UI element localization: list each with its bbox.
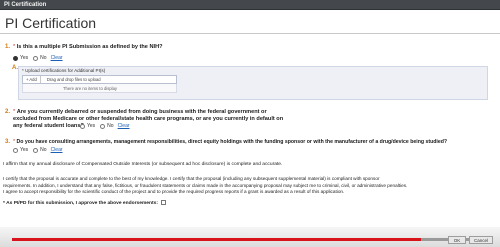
question-3-yes-radio[interactable] (13, 147, 18, 153)
question-2-yes-label: Yes (87, 123, 96, 129)
endorsement-checkbox[interactable] (161, 200, 167, 206)
question-3-no-radio[interactable] (33, 147, 39, 153)
question-3-yes-label: Yes (20, 147, 29, 153)
question-1-yes-radio[interactable] (13, 55, 18, 61)
question-2-no-radio[interactable] (100, 123, 106, 129)
question-1-yes-label: Yes (20, 55, 29, 61)
page-title: PI Certification (5, 15, 97, 31)
question-3: * Do you have consulting arrangements, m… (13, 139, 498, 146)
question-1-no-label: No (40, 55, 47, 61)
required-marker: * (13, 109, 16, 115)
question-1-number: 1. (5, 44, 11, 50)
question-1-answers: Yes No Clear (13, 55, 63, 61)
window-title: PI Certification (4, 2, 47, 8)
question-2-clear-link[interactable]: Clear (118, 123, 130, 129)
upload-dropzone[interactable]: + Add Drag and drop files to upload (22, 75, 177, 84)
question-1-no-radio[interactable] (33, 55, 39, 61)
question-2-answers: Yes No Clear (80, 123, 130, 129)
question-2-text-line-1: Are you currently debarred or suspended … (16, 109, 267, 115)
video-progress-track[interactable] (12, 238, 488, 241)
certification-line-3: I agree to accept responsibility for the… (3, 189, 345, 195)
question-3-clear-link[interactable]: Clear (51, 147, 63, 153)
cancel-button[interactable]: Cancel (469, 236, 493, 244)
question-1-clear-link[interactable]: Clear (51, 55, 63, 61)
question-3-number: 3. (5, 139, 11, 145)
question-2-number: 2. (5, 109, 11, 115)
question-2-no-label: No (107, 123, 114, 129)
upload-empty-message: There are no items to display (22, 84, 177, 93)
question-2-text-line-3: any federal student loans? (13, 123, 84, 129)
window-titlebar: PI Certification (0, 0, 500, 10)
question-1: * Is this a multiple PI Submission as de… (13, 44, 163, 51)
title-divider (0, 33, 500, 34)
question-2-text-line-2: excluded from Medicare or other federal/… (13, 116, 284, 122)
drop-hint: Drag and drop files to upload (46, 77, 101, 82)
question-2-yes-radio[interactable] (80, 123, 85, 129)
endorsement-label: * As PI/PD for this submission, I approv… (3, 201, 158, 206)
question-1-text: Is this a multiple PI Submission as defi… (16, 44, 163, 50)
question-3-answers: Yes No Clear (13, 147, 63, 153)
required-marker: * (13, 44, 16, 50)
required-marker: * (13, 139, 16, 145)
certification-line-2: requirements. In addition, I understand … (3, 182, 408, 188)
ok-button[interactable]: OK (448, 236, 466, 244)
question-3-text: Do you have consulting arrangements, man… (16, 139, 448, 145)
certification-paragraph: I certify that the proposal is accurate … (3, 176, 493, 196)
video-progress-fill (12, 238, 422, 241)
certification-line-1: I certify that the proposal is accurate … (3, 176, 380, 181)
disclosure-statement: I affirm that my annual disclosure of Co… (3, 162, 283, 167)
endorsement-row: * As PI/PD for this submission, I approv… (3, 200, 493, 207)
footer-bar (0, 227, 500, 247)
upload-label: * Upload certifications for Additional P… (22, 68, 106, 73)
add-file-button[interactable]: + Add (23, 76, 41, 83)
pi-certification-window: PI Certification PI Certification 1. * I… (0, 0, 500, 247)
question-3-no-label: No (40, 147, 47, 153)
